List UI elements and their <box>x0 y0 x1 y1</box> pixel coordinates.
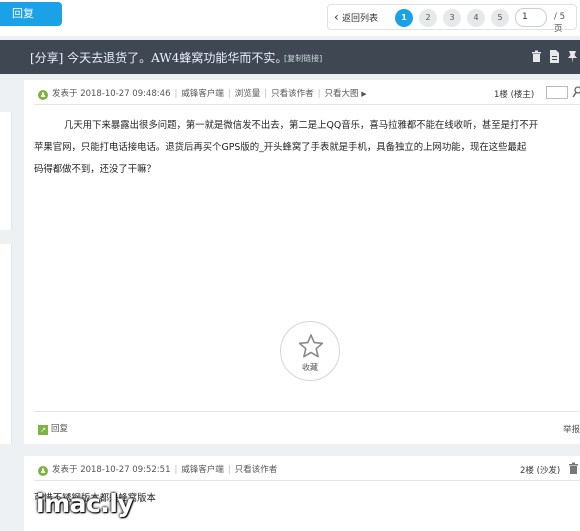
only-author-link[interactable]: 只看该作者 <box>235 465 278 475</box>
pin-icon[interactable] <box>566 50 578 63</box>
post-card: ♟ 发表于 2018-10-27 09:48:46 | 威锋客户端 | 浏览量 | 只看该作者… <box>24 80 580 444</box>
page-5-button[interactable]: 5 <box>491 9 509 27</box>
trash-icon[interactable] <box>530 50 542 63</box>
watermark: imac.ly <box>36 489 134 518</box>
favorite-label: 收藏 <box>302 363 318 372</box>
only-author-link[interactable]: 只看该作者 <box>271 89 314 99</box>
search-icon[interactable] <box>571 86 580 99</box>
thread-title: [分享] 今天去退货了。AW4蜂窝功能华而不实。 <box>30 51 288 65</box>
big-image-link[interactable]: 只看大图 <box>325 89 359 99</box>
copy-link[interactable]: [复制链接] <box>284 53 322 64</box>
divider <box>34 411 580 412</box>
document-icon[interactable] <box>548 50 560 63</box>
page-total: / 5 页 <box>554 12 565 34</box>
content-line: 几天用下来暴露出很多问题，第一就是微信发不出去，第二是上QQ音乐，喜马拉雅都不能… <box>64 120 539 131</box>
thread-title-bar: [分享] 今天去退货了。AW4蜂窝功能华而不实。 [复制链接] <box>0 40 580 74</box>
post-date: 发表于 2018-10-27 09:52:51 <box>52 465 171 475</box>
post-meta: ♟ 发表于 2018-10-27 09:52:51 | 威锋客户端 | 只看该作者 <box>38 465 278 476</box>
page-number-input[interactable]: 1 <box>515 8 547 27</box>
client-link[interactable]: 威锋客户端 <box>181 465 224 475</box>
chevron-left-icon: ‹ <box>334 10 339 24</box>
page-3-button[interactable]: 3 <box>443 9 461 27</box>
top-toolbar: 回复 ‹ 返回列表 1 2 3 4 5 1 / 5 页 <box>0 0 580 36</box>
sidebar-strip <box>0 112 12 230</box>
sidebar-strip <box>0 244 12 444</box>
page-1-button[interactable]: 1 <box>395 9 413 27</box>
reply-label: 回复 <box>51 424 69 434</box>
client-link[interactable]: 威锋客户端 <box>181 89 224 99</box>
content-line: 苹果官网，只能打电话接电话。退货后再买个GPS版的_开头蜂窝了手表就是手机，具备… <box>34 142 527 153</box>
page-4-button[interactable]: 4 <box>467 9 485 27</box>
reply-button[interactable]: 回复 <box>0 2 62 26</box>
divider <box>34 480 580 481</box>
reply-link[interactable]: ↗ 回复 <box>38 422 68 435</box>
divider <box>34 104 580 105</box>
report-link[interactable]: 举报 <box>563 423 580 435</box>
post-meta: ♟ 发表于 2018-10-27 09:48:46 | 威锋客户端 | 浏览量 | 只看该作者… <box>38 89 367 100</box>
page-2-button[interactable]: 2 <box>419 9 437 27</box>
back-to-list-link[interactable]: ‹ 返回列表 <box>334 11 378 24</box>
trash-icon[interactable] <box>567 462 579 475</box>
star-icon <box>298 334 324 358</box>
reply-icon: ↗ <box>38 425 48 435</box>
floor-jump-input[interactable] <box>546 86 568 99</box>
pagination: ‹ 返回列表 1 2 3 4 5 1 / 5 页 <box>327 4 577 34</box>
back-to-list-label: 返回列表 <box>342 14 379 24</box>
floor-label: 2楼 (沙发) <box>520 466 561 476</box>
favorite-button[interactable]: 收藏 <box>280 321 340 381</box>
views-label: 浏览量 <box>234 89 261 99</box>
triangle-right-icon: ▶ <box>361 90 367 98</box>
user-icon: ♟ <box>38 466 48 476</box>
post-date: 发表于 2018-10-27 09:48:46 <box>52 89 171 99</box>
content-line: 码得都做不到，还没了干嘛？ <box>34 164 156 175</box>
user-icon: ♟ <box>38 90 48 100</box>
floor-label: 1楼 (楼主) <box>494 90 535 100</box>
post-content: 几天用下来暴露出很多问题，第一就是微信发不出去，第二是上QQ音乐，喜马拉雅都不能… <box>34 115 580 181</box>
